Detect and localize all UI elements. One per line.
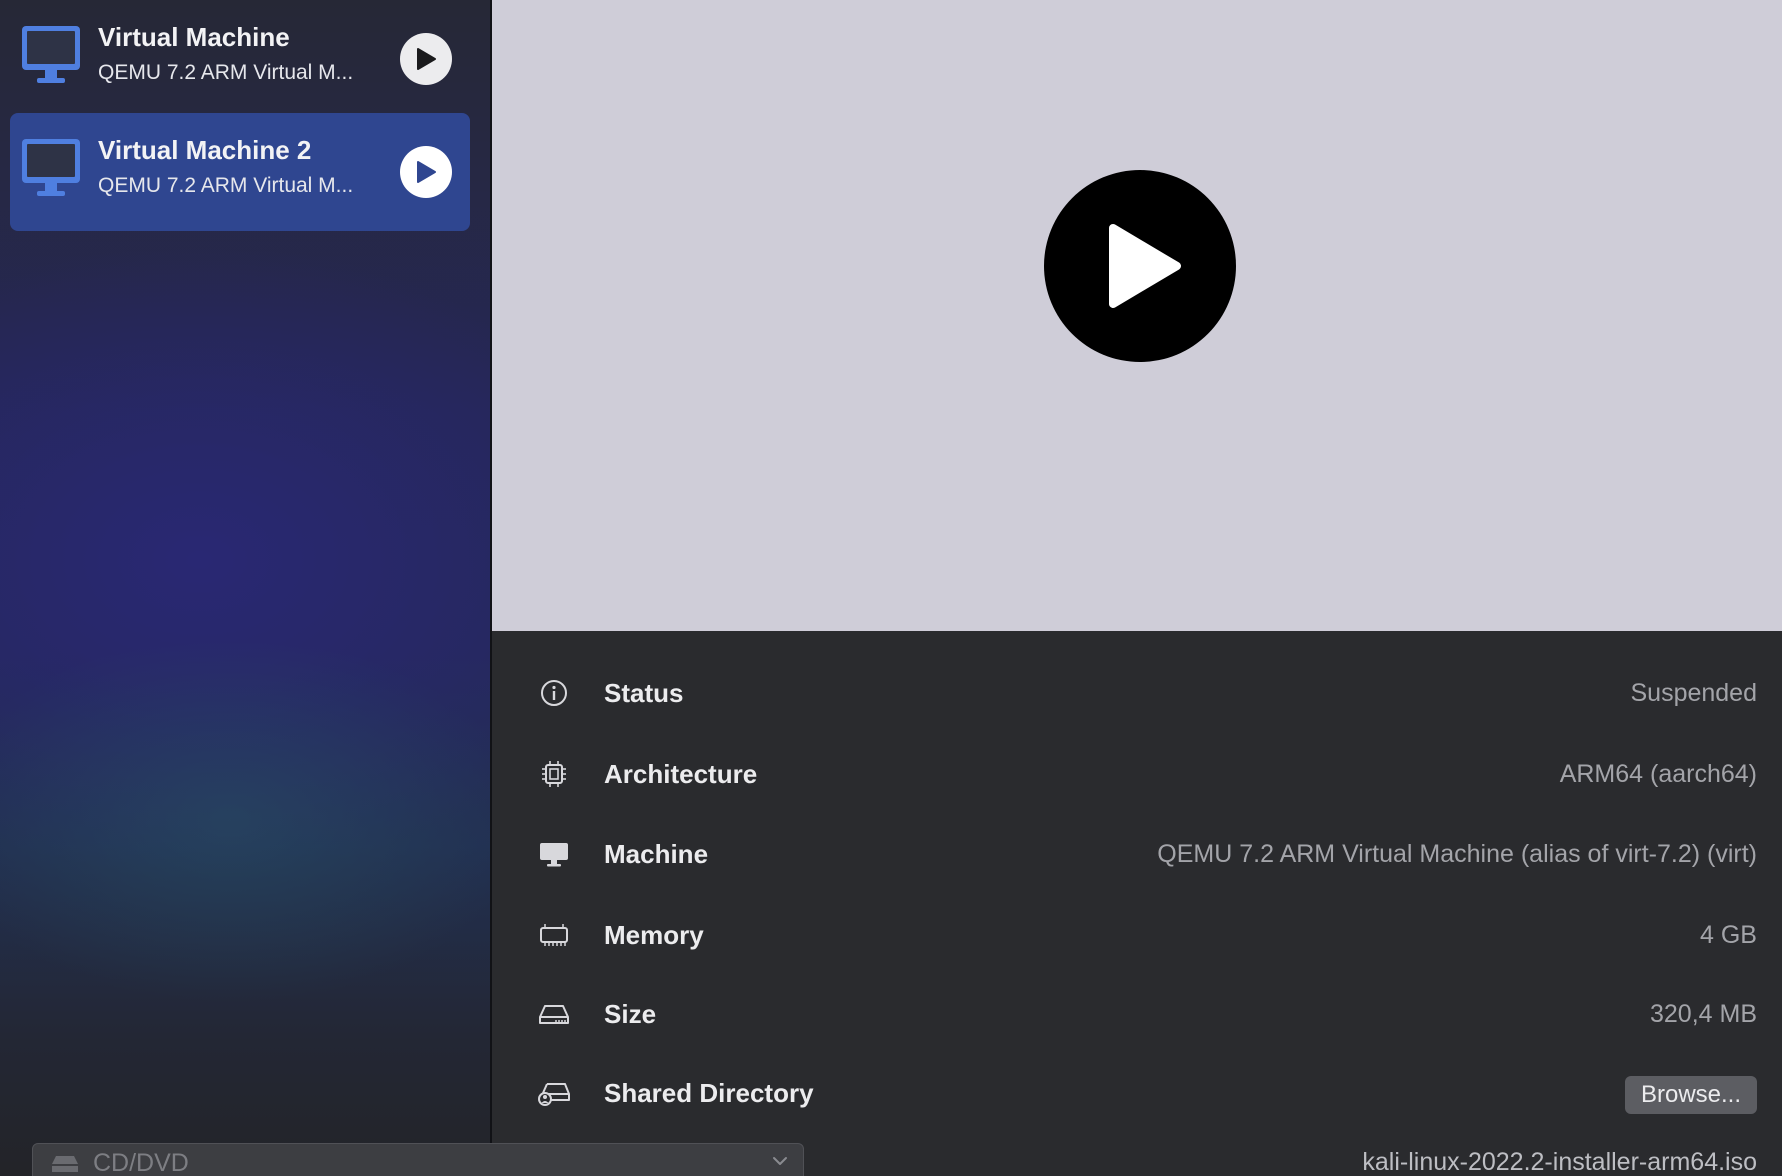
play-icon [417, 48, 436, 70]
cd-dvd-file: kali-linux-2022.2-installer-arm64.iso [1362, 1148, 1757, 1176]
architecture-value: ARM64 (aarch64) [1559, 760, 1757, 788]
memory-icon [540, 924, 568, 946]
vm-name: Virtual Machine 2 [98, 135, 312, 165]
play-icon [417, 161, 436, 183]
machine-value: QEMU 7.2 ARM Virtual Machine (alias of v… [1157, 840, 1757, 868]
architecture-label: Architecture [604, 759, 758, 789]
monitor-icon [22, 26, 80, 83]
vm-name: Virtual Machine [98, 22, 290, 52]
size-row: Size 320,4 MB [492, 984, 1782, 1044]
memory-row: Memory 4 GB [492, 905, 1782, 965]
status-value: Suspended [1630, 679, 1757, 707]
machine-label: Machine [604, 839, 709, 869]
shared-directory-row: Shared Directory Browse... [492, 1063, 1782, 1123]
monitor-icon [540, 843, 568, 867]
memory-label: Memory [604, 920, 704, 950]
vm-preview [492, 0, 1782, 631]
status-row: Status Suspended [492, 663, 1782, 723]
architecture-row: Architecture ARM64 (aarch64) [492, 744, 1782, 804]
vm-play-button[interactable] [400, 146, 452, 198]
cd-dvd-select[interactable]: CD/DVD [32, 1143, 804, 1176]
info-icon [541, 680, 567, 706]
sidebar: Virtual Machine QEMU 7.2 ARM Virtual M..… [0, 0, 490, 1176]
shared-directory-label: Shared Directory [604, 1078, 814, 1108]
memory-value: 4 GB [1700, 921, 1757, 949]
vm-play-button[interactable] [400, 33, 452, 85]
size-label: Size [604, 999, 657, 1029]
play-icon [1109, 224, 1181, 308]
vm-list-item-selected[interactable]: Virtual Machine 2 QEMU 7.2 ARM Virtual M… [10, 113, 470, 231]
drive-icon [539, 1005, 569, 1024]
browse-button[interactable]: Browse... [1624, 1076, 1757, 1114]
vm-details-panel: Status Suspended Architecture ARM64 (aar… [492, 631, 1782, 1176]
vm-subtitle: QEMU 7.2 ARM Virtual M... [98, 61, 354, 84]
vm-list-item[interactable]: Virtual Machine QEMU 7.2 ARM Virtual M..… [10, 0, 470, 118]
vm-subtitle: QEMU 7.2 ARM Virtual M... [98, 174, 354, 197]
cd-dvd-label: CD/DVD [93, 1149, 189, 1176]
monitor-icon [22, 139, 80, 196]
chevron-down-icon [773, 1157, 787, 1165]
machine-row: Machine QEMU 7.2 ARM Virtual Machine (al… [492, 824, 1782, 884]
status-label: Status [604, 678, 684, 708]
size-value: 320,4 MB [1649, 1000, 1757, 1028]
cpu-icon [542, 761, 566, 787]
start-vm-button[interactable] [1044, 170, 1236, 362]
shared-drive-icon [538, 1083, 570, 1106]
disc-drive-icon [52, 1156, 78, 1172]
